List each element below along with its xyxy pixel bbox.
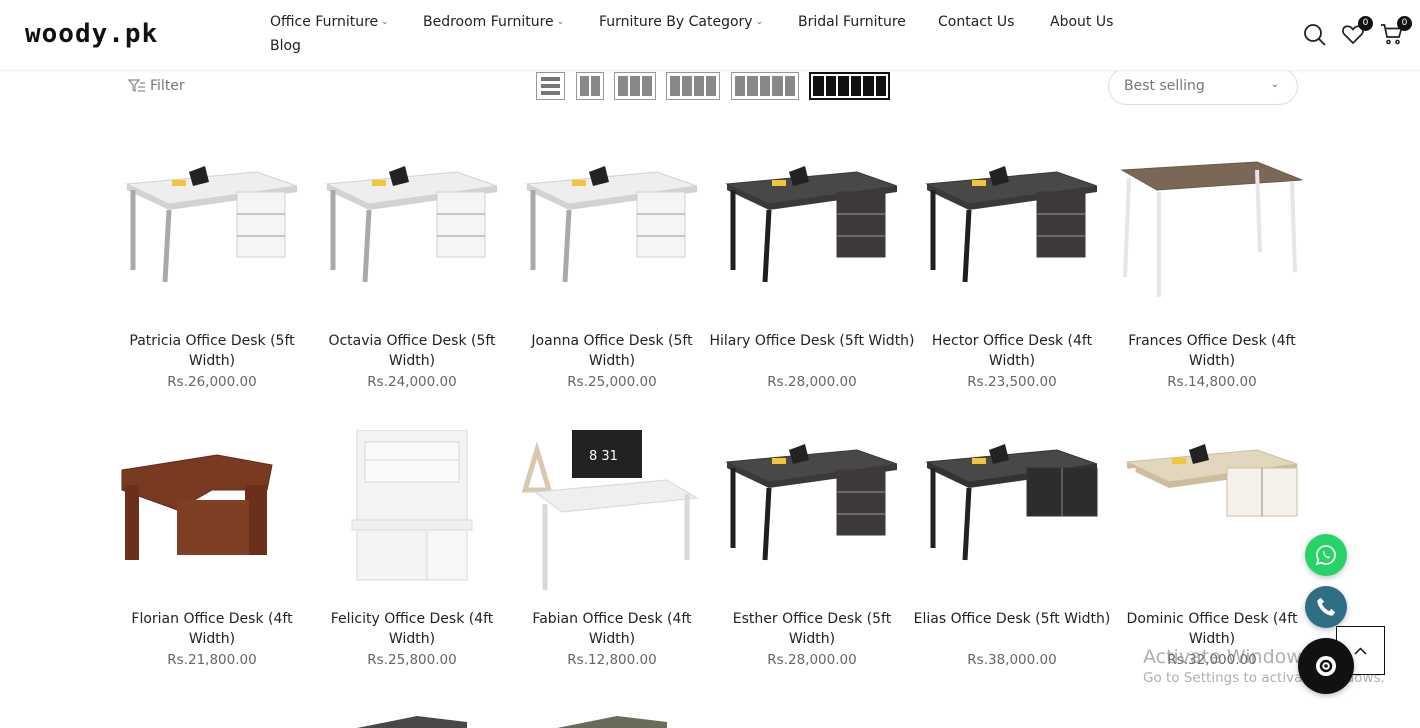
- product-card[interactable]: Dominic Office Desk (4ft Width) Rs.32,000…: [1117, 430, 1307, 670]
- product-title[interactable]: Hilary Office Desk (5ft Width): [709, 331, 915, 351]
- main-nav: Office Furniture ⌄ Bedroom Furniture ⌄ Fur…: [270, 10, 1150, 60]
- product-price: Rs.25,800.00: [367, 652, 457, 668]
- product-price: Rs.26,000.00: [167, 374, 257, 390]
- product-card[interactable]: Frances Office Desk (4ft Width) Rs.14,800…: [1117, 152, 1307, 392]
- nav-bridal-furniture[interactable]: Bridal Furniture: [798, 14, 906, 30]
- chat-button[interactable]: [1298, 638, 1354, 694]
- cart-icon[interactable]: 0: [1380, 16, 1412, 48]
- product-title[interactable]: Esther Office Desk (5ft Width): [709, 609, 915, 649]
- product-price: Rs.24,000.00: [367, 374, 457, 390]
- product-title[interactable]: Patricia Office Desk (5ft Width): [109, 331, 315, 371]
- product-price: Rs.12,800.00: [567, 652, 657, 668]
- nav-blog[interactable]: Blog: [270, 38, 301, 54]
- chevron-down-icon: ⌄: [1270, 79, 1279, 90]
- layout-2-col-button[interactable]: [576, 72, 604, 100]
- nav-about-us[interactable]: About Us: [1050, 14, 1113, 30]
- search-icon[interactable]: [1302, 22, 1328, 48]
- filter-label: Filter: [150, 78, 185, 94]
- nav-furniture-by-category[interactable]: Furniture By Category ⌄: [599, 14, 763, 30]
- nav-bedroom-furniture[interactable]: Bedroom Furniture ⌄: [423, 14, 564, 30]
- wishlist-count-badge: 0: [1358, 16, 1373, 31]
- product-card[interactable]: Hilary Office Desk (5ft Width) Rs.28,000.…: [709, 152, 915, 392]
- product-title[interactable]: Elias Office Desk (5ft Width): [909, 609, 1115, 629]
- product-title[interactable]: Felicity Office Desk (4ft Width): [309, 609, 515, 649]
- chevron-down-icon: ⌄: [755, 17, 764, 27]
- layout-3-col-button[interactable]: [614, 72, 656, 100]
- product-image[interactable]: 8 31: [517, 430, 707, 600]
- product-image[interactable]: [317, 430, 507, 600]
- product-image[interactable]: [717, 152, 907, 322]
- sort-select[interactable]: Best selling ⌄: [1108, 68, 1298, 105]
- product-title[interactable]: Dominic Office Desk (4ft Width): [1109, 609, 1315, 649]
- wishlist-heart-icon[interactable]: 0: [1341, 16, 1373, 48]
- phone-icon: [1317, 597, 1336, 616]
- product-image[interactable]: [917, 430, 1107, 600]
- product-card[interactable]: Hector Office Desk (4ft Width) Rs.23,500.…: [917, 152, 1107, 392]
- layout-5-col-button[interactable]: [731, 72, 799, 100]
- product-image[interactable]: [917, 152, 1107, 322]
- product-image-partial[interactable]: [557, 712, 667, 728]
- product-price: Rs.25,000.00: [567, 374, 657, 390]
- product-title[interactable]: Florian Office Desk (4ft Width): [109, 609, 315, 649]
- product-image[interactable]: [1117, 430, 1307, 600]
- product-image-partial[interactable]: [357, 712, 467, 728]
- product-image[interactable]: [517, 152, 707, 322]
- chat-icon: [1316, 656, 1336, 676]
- product-card[interactable]: Elias Office Desk (5ft Width) Rs.38,000.0…: [914, 430, 1110, 670]
- product-image[interactable]: [1117, 152, 1307, 322]
- layout-6-col-button[interactable]: [809, 72, 890, 100]
- nav-contact-us[interactable]: Contact Us: [938, 14, 1014, 30]
- product-image[interactable]: [117, 430, 307, 600]
- cart-count-badge: 0: [1397, 16, 1412, 31]
- product-card[interactable]: Florian Office Desk (4ft Width) Rs.21,800…: [117, 430, 307, 670]
- product-card[interactable]: Patricia Office Desk (5ft Width) Rs.26,00…: [117, 152, 307, 392]
- product-image[interactable]: [717, 430, 907, 600]
- product-price: Rs.38,000.00: [967, 652, 1057, 668]
- product-card[interactable]: 8 31 Fabian Office Desk (4ft Width) Rs.12,…: [517, 430, 707, 670]
- site-header: woody.pk Office Furniture ⌄ Bedroom Furni…: [0, 0, 1420, 71]
- nav-office-furniture[interactable]: Office Furniture ⌄: [270, 14, 389, 30]
- site-logo[interactable]: woody.pk: [25, 18, 207, 50]
- whatsapp-button[interactable]: [1305, 534, 1347, 576]
- layout-list-button[interactable]: [536, 72, 565, 100]
- product-image[interactable]: [317, 152, 507, 322]
- product-price: Rs.23,500.00: [967, 374, 1057, 390]
- svg-text:8 31: 8 31: [589, 449, 618, 464]
- chevron-down-icon: ⌄: [556, 17, 565, 27]
- product-price: Rs.28,000.00: [767, 374, 857, 390]
- sort-selected-value: Best selling: [1124, 78, 1205, 94]
- phone-call-button[interactable]: [1305, 586, 1347, 628]
- layout-4-col-button[interactable]: [666, 72, 720, 100]
- product-card[interactable]: Octavia Office Desk (5ft Width) Rs.24,000…: [317, 152, 507, 392]
- filter-icon: [128, 79, 145, 92]
- header-icons: 0 0: [1280, 0, 1420, 70]
- product-card[interactable]: Joanna Office Desk (5ft Width) Rs.25,000.…: [517, 152, 707, 392]
- product-title[interactable]: Octavia Office Desk (5ft Width): [309, 331, 515, 371]
- product-price: Rs.28,000.00: [767, 652, 857, 668]
- product-title[interactable]: Frances Office Desk (4ft Width): [1109, 331, 1315, 371]
- product-title[interactable]: Joanna Office Desk (5ft Width): [509, 331, 715, 371]
- product-price: Rs.14,800.00: [1167, 374, 1257, 390]
- chevron-down-icon: ⌄: [381, 17, 389, 27]
- filter-button[interactable]: Filter: [128, 78, 185, 94]
- product-title[interactable]: Fabian Office Desk (4ft Width): [509, 609, 715, 649]
- whatsapp-icon: [1315, 545, 1336, 566]
- product-card[interactable]: Esther Office Desk (5ft Width) Rs.28,000.…: [717, 430, 907, 670]
- svg-text:woody.pk: woody.pk: [25, 19, 158, 49]
- product-card[interactable]: Felicity Office Desk (4ft Width) Rs.25,80…: [317, 430, 507, 670]
- product-title[interactable]: Hector Office Desk (4ft Width): [909, 331, 1115, 371]
- product-image[interactable]: [117, 152, 307, 322]
- product-price: Rs.21,800.00: [167, 652, 257, 668]
